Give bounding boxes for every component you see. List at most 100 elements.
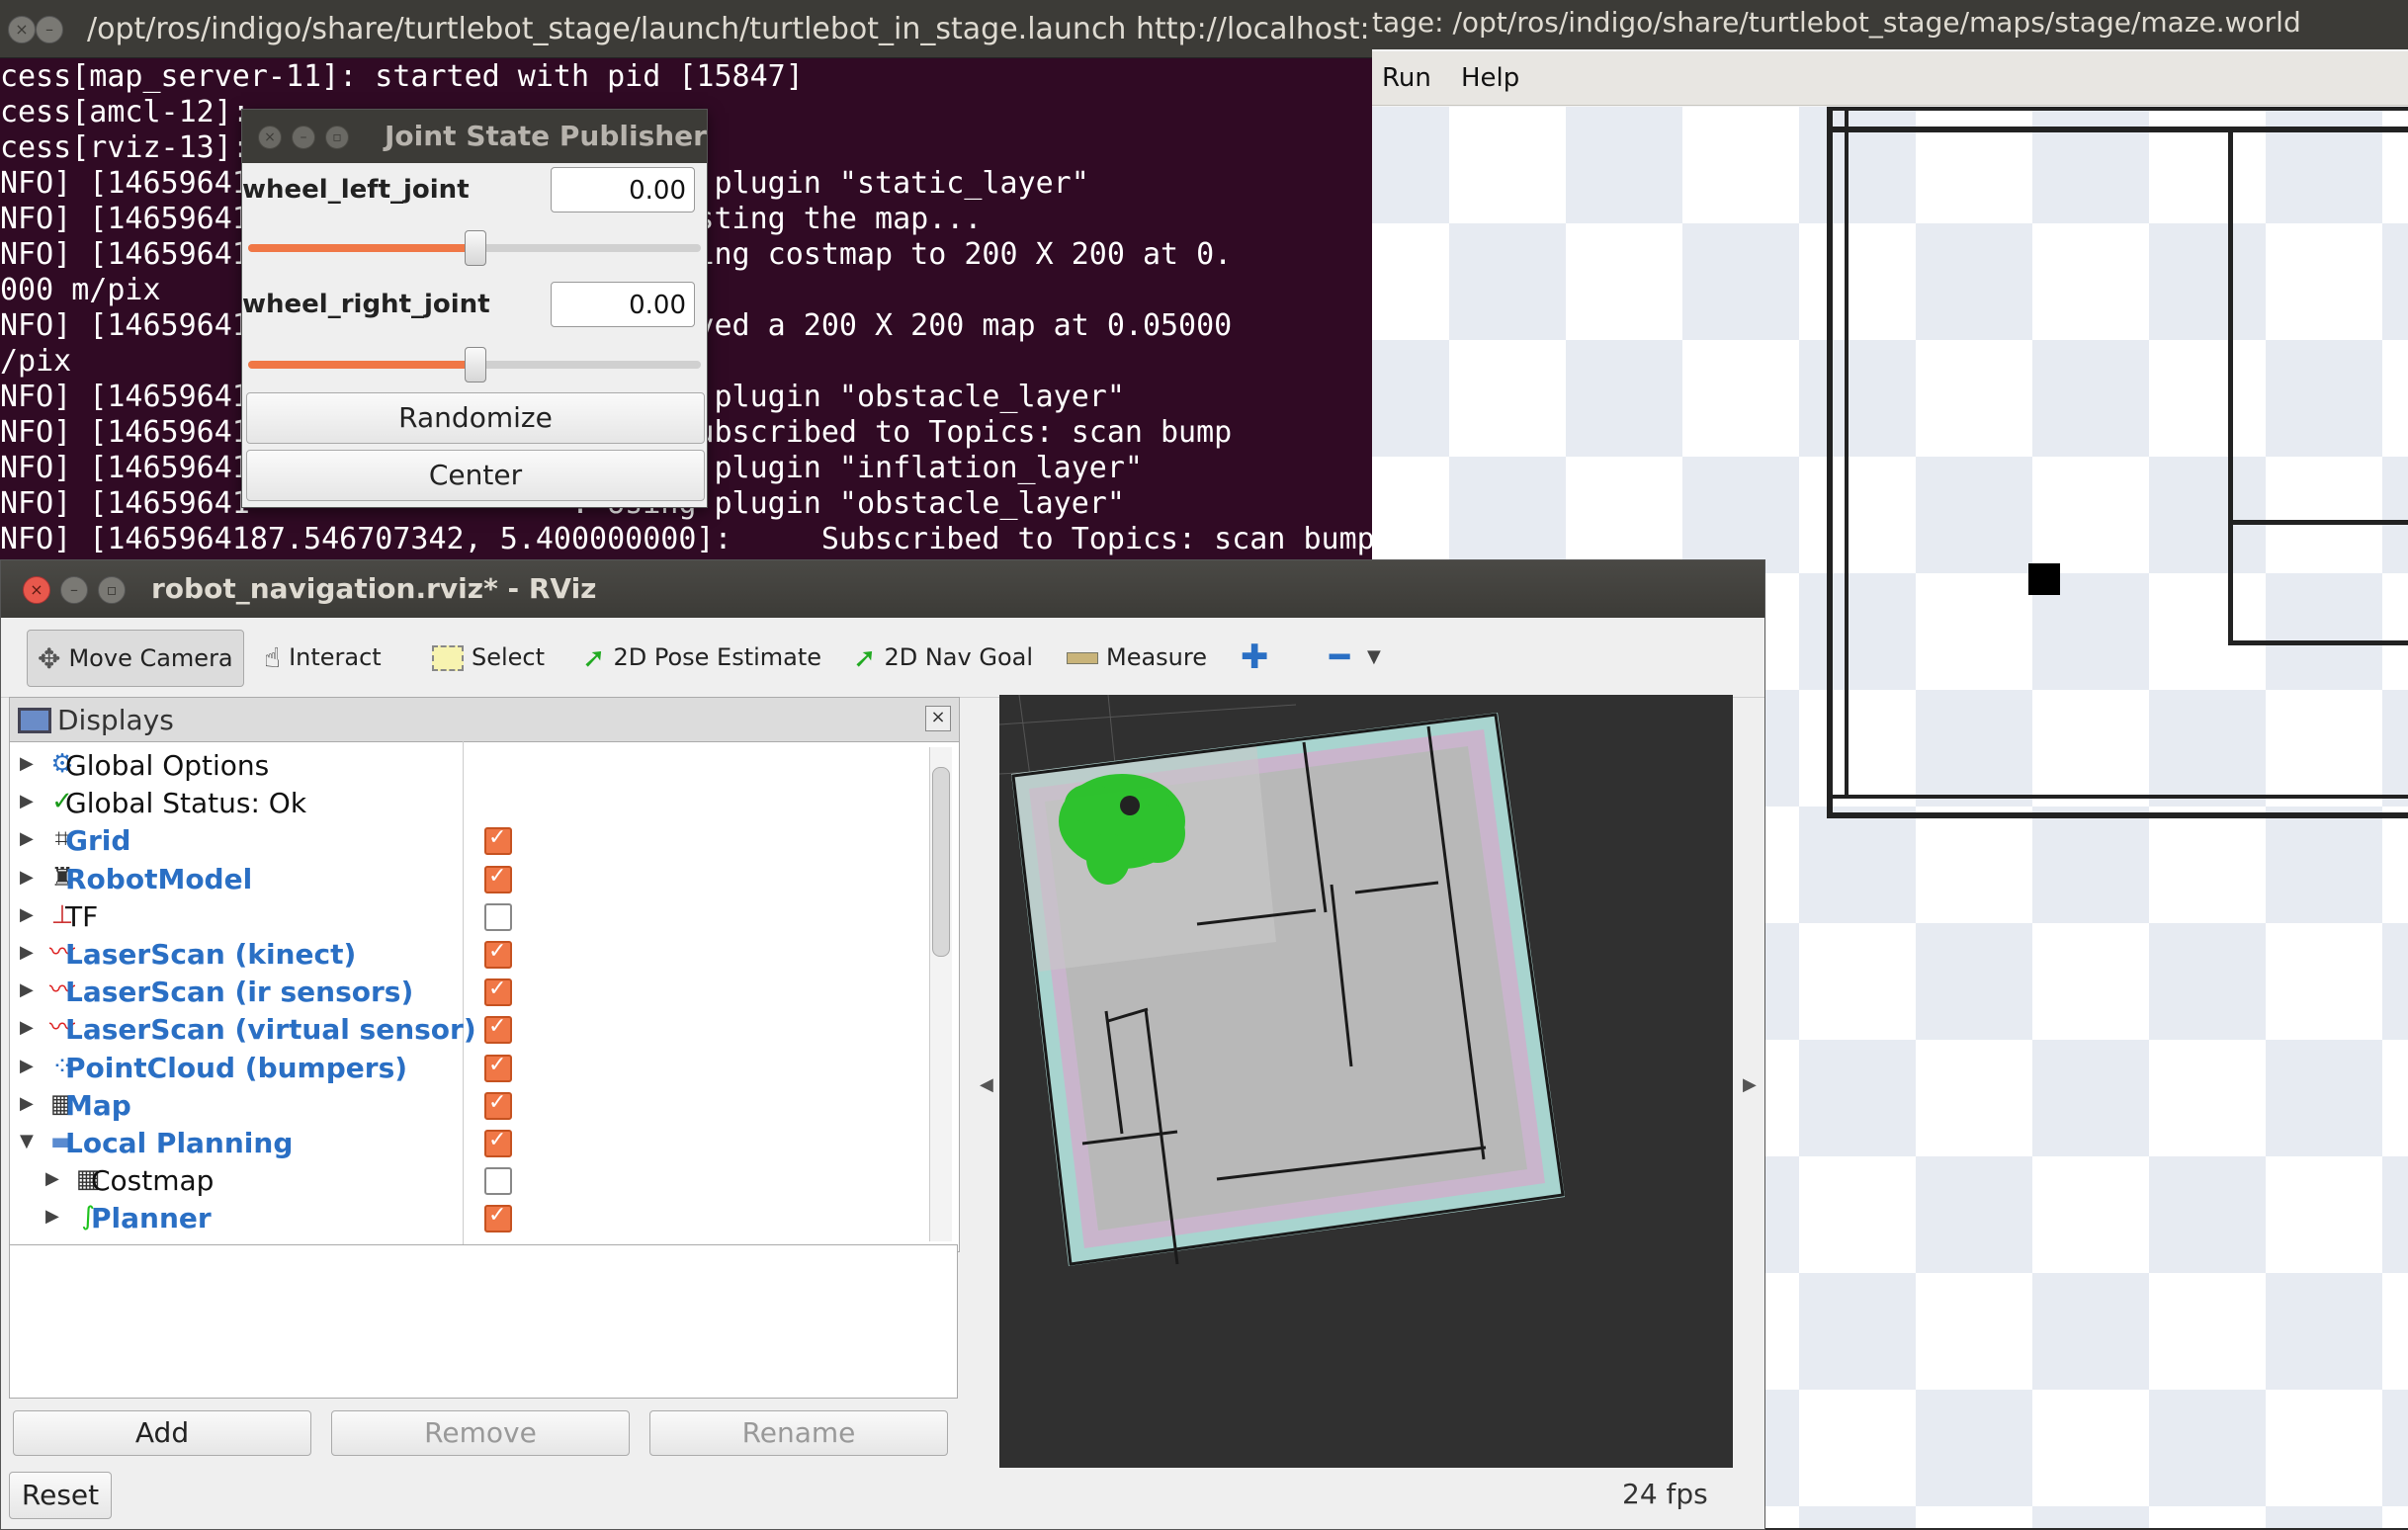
tool-2d-pose-estimate[interactable]: ➚ 2D Pose Estimate xyxy=(582,630,821,685)
monitor-icon xyxy=(18,708,51,733)
remove-tool-icon[interactable]: ━ xyxy=(1330,630,1349,685)
move-camera-icon: ✥ xyxy=(38,642,61,675)
robot-model xyxy=(1120,796,1140,815)
chevron-down-icon[interactable]: ▼ xyxy=(1367,630,1381,685)
tool-interact[interactable]: ☝ Interact xyxy=(264,630,382,685)
description-box xyxy=(9,1244,958,1399)
displays-panel: Displays × ▶ ⚙ Global Options ▶ ✓ Global Stat… xyxy=(9,697,960,1252)
joint-value-left[interactable]: 0.00 xyxy=(551,167,695,212)
close-icon[interactable]: × xyxy=(23,576,50,604)
tool-move-camera[interactable]: ✥ Move Camera xyxy=(27,630,244,687)
close-icon[interactable]: × xyxy=(258,126,282,149)
display-row[interactable]: ▶ ⌗ Grid xyxy=(10,822,929,860)
green-arrow-icon: ➚ xyxy=(582,641,606,674)
expand-right-icon[interactable]: ▶ xyxy=(20,979,34,1000)
display-checkbox[interactable] xyxy=(484,825,512,856)
maze-wall xyxy=(2228,130,2233,526)
close-icon[interactable]: × xyxy=(8,16,36,43)
rviz-titlebar: × – ▫ robot_navigation.rviz* - RViz xyxy=(1,560,1764,618)
display-row[interactable]: ▼ ▬ Local Planning xyxy=(10,1125,929,1162)
maze-wall xyxy=(2228,520,2233,644)
display-label: LaserScan (ir sensors) xyxy=(65,976,414,1009)
expand-right-icon[interactable]: ▶ xyxy=(20,791,34,811)
scrollbar-thumb[interactable] xyxy=(932,767,950,957)
joint-slider-right[interactable] xyxy=(248,347,701,382)
select-icon xyxy=(432,645,464,671)
display-checkbox[interactable] xyxy=(484,902,512,931)
joint-slider-left[interactable] xyxy=(248,230,701,266)
display-row[interactable]: ▶ ⚙ Global Options xyxy=(10,747,929,785)
displays-scrollbar[interactable] xyxy=(929,747,952,1241)
display-checkbox[interactable] xyxy=(484,977,512,1007)
remove-button[interactable]: Remove xyxy=(331,1410,630,1456)
display-label: Grid xyxy=(65,824,131,858)
slider-handle[interactable] xyxy=(465,230,486,266)
display-checkbox[interactable] xyxy=(484,864,512,893)
render-view[interactable] xyxy=(999,695,1733,1468)
maze-wall xyxy=(1827,812,2408,818)
display-label: Local Planning xyxy=(65,1127,294,1159)
display-checkbox[interactable] xyxy=(484,939,512,969)
display-row[interactable]: ▶ ♜ RobotModel xyxy=(10,861,929,898)
add-button[interactable]: Add xyxy=(13,1410,311,1456)
randomize-button[interactable]: Randomize xyxy=(246,392,705,444)
rename-button[interactable]: Rename xyxy=(649,1410,948,1456)
expand-right-icon[interactable]: ▶ xyxy=(20,1017,34,1038)
display-label: RobotModel xyxy=(65,862,253,895)
rviz-window: × – ▫ robot_navigation.rviz* - RViz ✥ Mov… xyxy=(0,559,1765,1530)
tool-measure[interactable]: Measure xyxy=(1067,630,1207,685)
expand-right-icon[interactable]: ▶ xyxy=(20,828,34,849)
collapse-left-icon[interactable]: ◀ xyxy=(980,1074,993,1095)
joint-state-publisher-window: × – ▫ Joint State Publisher wheel_left_j… xyxy=(241,109,708,508)
menu-run[interactable]: Run xyxy=(1382,63,1431,93)
display-checkbox[interactable] xyxy=(484,1203,512,1233)
display-row[interactable]: ▶ ▦ Costmap xyxy=(10,1162,929,1200)
reset-button[interactable]: Reset xyxy=(9,1472,112,1519)
display-row[interactable]: ▶ ∫ Planner xyxy=(10,1200,929,1237)
display-row[interactable]: ▶ 〰 LaserScan (virtual sensor) xyxy=(10,1011,929,1049)
display-checkbox[interactable] xyxy=(484,1167,512,1196)
joint-value-right[interactable]: 0.00 xyxy=(551,282,695,327)
expand-right-icon[interactable]: ▶ xyxy=(20,1056,34,1076)
maximize-icon[interactable]: ▫ xyxy=(325,126,349,149)
display-checkbox[interactable] xyxy=(484,1014,512,1045)
expand-right-icon[interactable]: ▶ xyxy=(20,753,34,774)
display-row[interactable]: ▶ ▦ Map xyxy=(10,1087,929,1125)
display-row[interactable]: ▶ ✓ Global Status: Ok xyxy=(10,785,929,822)
add-tool-icon[interactable]: ✚ xyxy=(1241,630,1269,685)
expand-right-icon[interactable]: ▶ xyxy=(20,904,34,925)
tool-select[interactable]: Select xyxy=(432,630,545,685)
green-arrow-icon: ➚ xyxy=(853,641,877,674)
menu-help[interactable]: Help xyxy=(1461,63,1519,93)
collapse-right-icon[interactable]: ▶ xyxy=(1743,1074,1757,1095)
maximize-icon[interactable]: ▫ xyxy=(98,576,126,604)
display-label: LaserScan (virtual sensor) xyxy=(65,1013,476,1047)
display-label: Planner xyxy=(91,1202,212,1235)
expand-right-icon[interactable]: ▶ xyxy=(20,942,34,963)
close-icon[interactable]: × xyxy=(925,706,951,731)
terminal-line: NFO] [1465964187.546707342, 5.400000000]… xyxy=(0,522,1372,556)
display-row[interactable]: ▶ 〰 LaserScan (kinect) xyxy=(10,936,929,974)
display-checkbox[interactable] xyxy=(484,1090,512,1120)
expand-right-icon[interactable]: ▶ xyxy=(45,1206,59,1227)
terminal-titlebar: × – /opt/ros/indigo/share/turtlebot_stag… xyxy=(0,0,1372,58)
expand-right-icon[interactable]: ▶ xyxy=(20,1093,34,1114)
fps-counter: 24 fps xyxy=(1622,1478,1708,1510)
terminal-line: cess[map_server-11]: started with pid [1… xyxy=(0,59,804,94)
expand-right-icon[interactable]: ▶ xyxy=(45,1168,59,1189)
minimize-icon[interactable]: – xyxy=(292,126,315,149)
display-row[interactable]: ▶ ⁘ PointCloud (bumpers) xyxy=(10,1050,929,1087)
tool-2d-nav-goal[interactable]: ➚ 2D Nav Goal xyxy=(853,630,1033,685)
display-checkbox[interactable] xyxy=(484,1128,512,1157)
slider-handle[interactable] xyxy=(465,347,486,382)
expand-right-icon[interactable]: ▶ xyxy=(20,867,34,888)
minimize-icon[interactable]: – xyxy=(60,576,88,604)
expand-down-icon[interactable]: ▼ xyxy=(20,1131,34,1151)
stage-menubar: Run Help xyxy=(1372,51,2408,106)
display-checkbox[interactable] xyxy=(484,1053,512,1082)
center-button[interactable]: Center xyxy=(246,450,705,501)
display-row[interactable]: ▶ 〰 LaserScan (ir sensors) xyxy=(10,974,929,1011)
map-render xyxy=(999,695,1565,1266)
display-row[interactable]: ▶ ⊥ TF xyxy=(10,898,929,936)
minimize-icon[interactable]: – xyxy=(36,16,63,43)
